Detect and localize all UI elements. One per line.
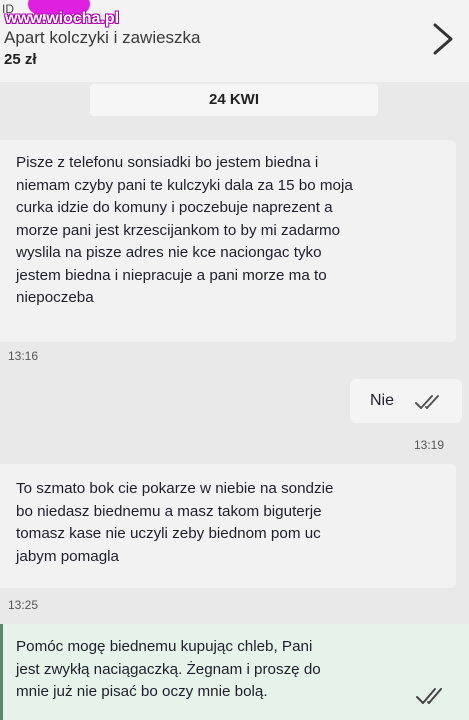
message-text: To szmato bok cie pokarze w niebie na so… [16, 480, 334, 565]
message-bubble-incoming: Pisze z telefonu sonsiadki bo jestem bie… [0, 140, 456, 342]
double-check-icon [415, 395, 439, 409]
message-text: Nie [370, 392, 395, 409]
chevron-right-icon[interactable] [431, 22, 455, 56]
double-check-icon [416, 688, 442, 704]
product-price: 25 zł [4, 51, 37, 68]
message-text: Pomóc mogę biednemu kupując chleb, Pani … [16, 638, 321, 700]
product-name: Apart kolczyki i zawieszka [4, 28, 201, 47]
message-time: 13:19 [414, 438, 445, 452]
message-bubble-incoming: To szmato bok cie pokarze w niebie na so… [0, 464, 456, 588]
message-bubble-outgoing: Pomóc mogę biednemu kupując chleb, Pani … [0, 624, 469, 720]
listing-header[interactable]: ID www.wiocha.pl Apart kolczyki i zawies… [0, 0, 469, 82]
message-time: 13:25 [8, 598, 39, 612]
message-time: 13:16 [8, 349, 39, 363]
date-separator: 24 KWI [90, 84, 378, 116]
watermark: www.wiocha.pl [5, 10, 120, 27]
message-bubble-outgoing: Nie [350, 379, 462, 423]
message-text: Pisze z telefonu sonsiadki bo jestem bie… [16, 154, 353, 306]
